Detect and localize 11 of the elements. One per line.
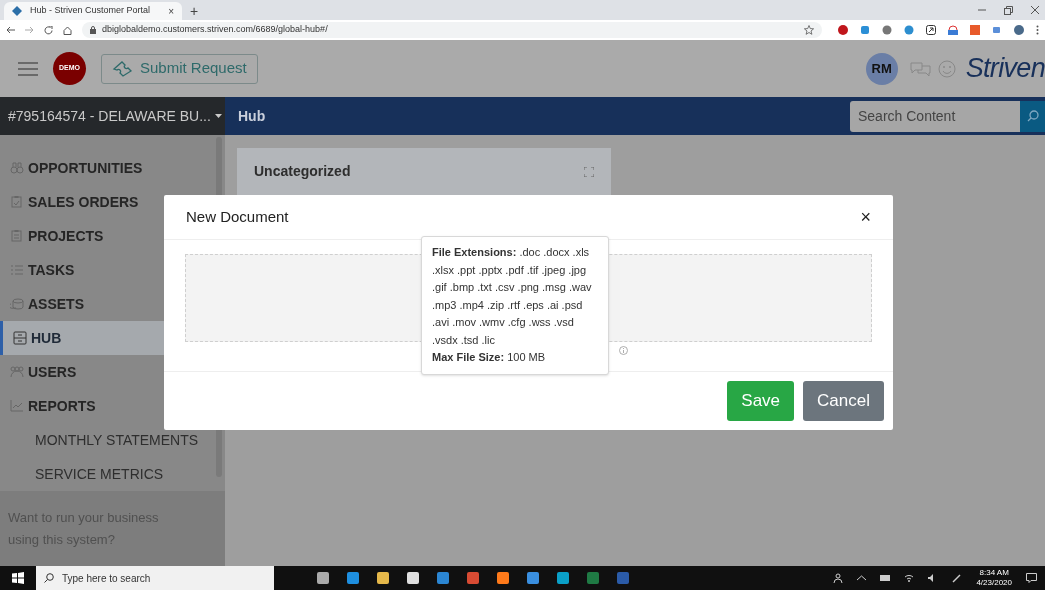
tab-title: Hub - Striven Customer Portal (30, 4, 152, 18)
tooltip-text: File Extensions: .doc .docx .xls .xlsx .ppt .pptx .pdf .tif .jpeg .jpg .gif .bmp .txt .csv .png .msg .wav .mp3 .mp4 .zip .rtf .eps .ai .psd .avi .mov .wmv .cfg .wss .vsd .vsdx .tsd .lic (432, 245, 593, 348)
page-title: Hub (238, 106, 267, 126)
clock-time: 8:34 AM (979, 568, 1009, 578)
card-title: Uncategorized (254, 162, 351, 181)
modal-title: New Document (186, 206, 289, 227)
url-text: dbiglobaldemo.customers.striven.com/6689/global-hub#/ (102, 23, 329, 37)
striven-logo: Striven (965, 52, 1045, 86)
clock-date: 4/23/2020 (976, 578, 1012, 588)
search-placeholder: Type here to search (62, 571, 151, 586)
tooltip-text: Max File Size: 100 MB (432, 350, 547, 365)
